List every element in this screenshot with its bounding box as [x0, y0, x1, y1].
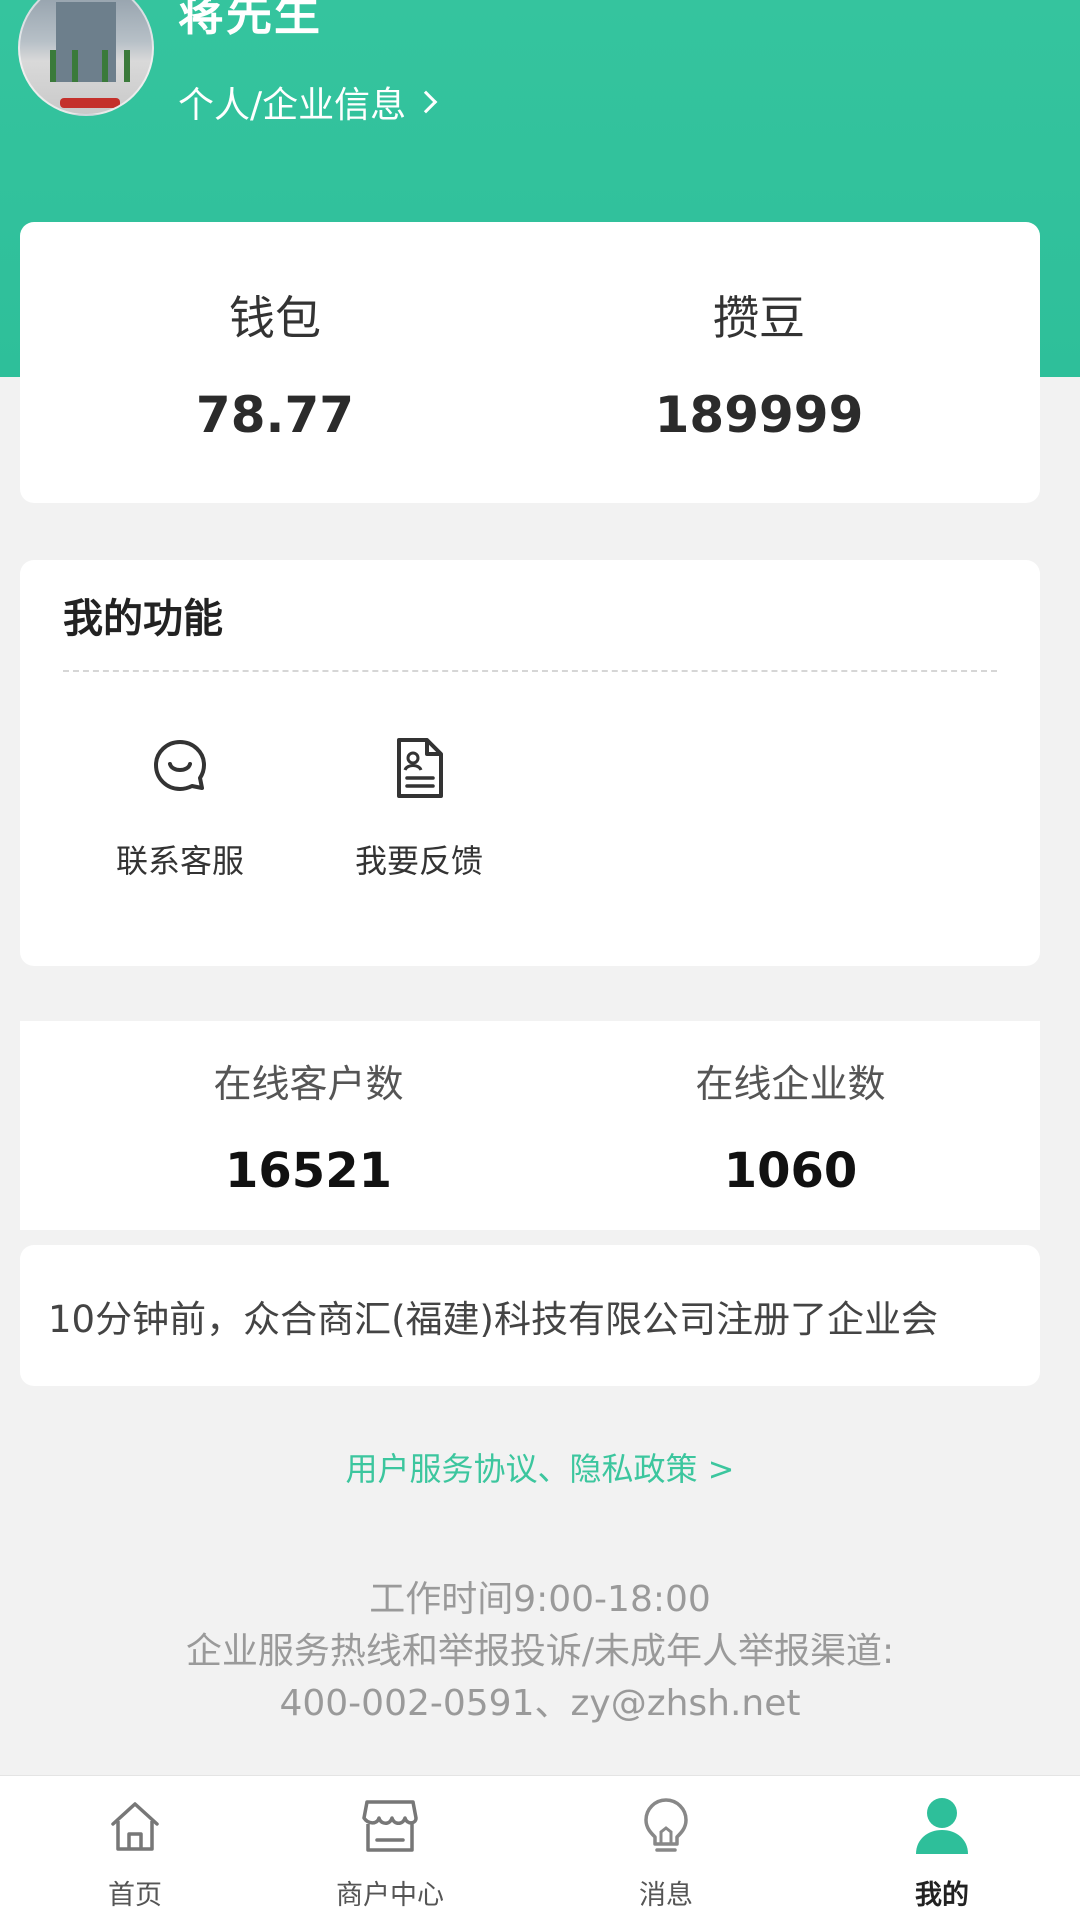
profile-info-label: 个人/企业信息	[178, 85, 407, 126]
bottom-tab-bar: 首页 商户中心 消息 我的	[0, 1775, 1080, 1921]
online-companies-value: 1060	[723, 1143, 858, 1199]
notice-text: 10分钟前，众合商汇(福建)科技有限公司注册了企业会	[48, 1298, 938, 1341]
working-hours: 工作时间9:00-18:00	[369, 1579, 711, 1620]
tab-merchant-center[interactable]: 商户中心	[255, 1776, 525, 1921]
feedback-button[interactable]: 我要反馈	[299, 684, 539, 924]
tab-mine[interactable]: 我的	[807, 1776, 1077, 1921]
online-customers-value: 16521	[225, 1143, 392, 1199]
hotline-label: 企业服务热线和举报投诉/未成年人举报渠道:	[185, 1631, 895, 1672]
my-functions-card: 我的功能 联系客服 我要反馈	[20, 560, 1040, 966]
contact-details: 400-002-0591、zy@zhsh.net	[279, 1683, 801, 1724]
chat-bubble-icon	[60, 734, 300, 804]
store-icon	[255, 1796, 525, 1858]
wallet-card: 钱包 78.77 攒豆 189999	[20, 222, 1040, 503]
beans-value: 189999	[654, 386, 864, 444]
online-customers-label: 在线客户数	[213, 1062, 404, 1106]
feedback-label: 我要反馈	[354, 842, 483, 880]
feedback-document-icon	[299, 734, 539, 804]
online-companies-label: 在线企业数	[695, 1062, 886, 1106]
tab-merchant-center-label: 商户中心	[336, 1880, 444, 1911]
contact-support-label: 联系客服	[115, 842, 244, 880]
user-icon	[807, 1796, 1077, 1858]
tab-home[interactable]: 首页	[0, 1776, 270, 1921]
online-stats-card: 在线客户数 16521 在线企业数 1060	[20, 1021, 1040, 1230]
home-icon	[0, 1796, 270, 1858]
user-agreement-privacy-link[interactable]: 用户服务协议、隐私政策 >	[0, 1444, 1080, 1490]
footer-info: 工作时间9:00-18:00 企业服务热线和举报投诉/未成年人举报渠道: 400…	[0, 1574, 1080, 1730]
profile-info-link[interactable]: 个人/企业信息	[178, 76, 438, 128]
beans-label: 攒豆	[713, 291, 805, 345]
lightbulb-icon	[531, 1796, 801, 1858]
tab-mine-label: 我的	[915, 1880, 969, 1911]
tab-messages-label: 消息	[639, 1880, 693, 1911]
contact-support-button[interactable]: 联系客服	[60, 684, 300, 924]
wallet-balance-label: 钱包	[229, 291, 321, 345]
chevron-right-icon	[414, 90, 438, 114]
tab-home-label: 首页	[108, 1880, 162, 1911]
registration-notice[interactable]: 10分钟前，众合商汇(福建)科技有限公司注册了企业会	[20, 1245, 1040, 1386]
tab-messages[interactable]: 消息	[531, 1776, 801, 1921]
my-functions-title: 我的功能	[63, 596, 223, 642]
wallet-balance-value: 78.77	[195, 386, 355, 444]
divider	[63, 670, 997, 672]
user-name: 蒋先生	[178, 0, 322, 41]
